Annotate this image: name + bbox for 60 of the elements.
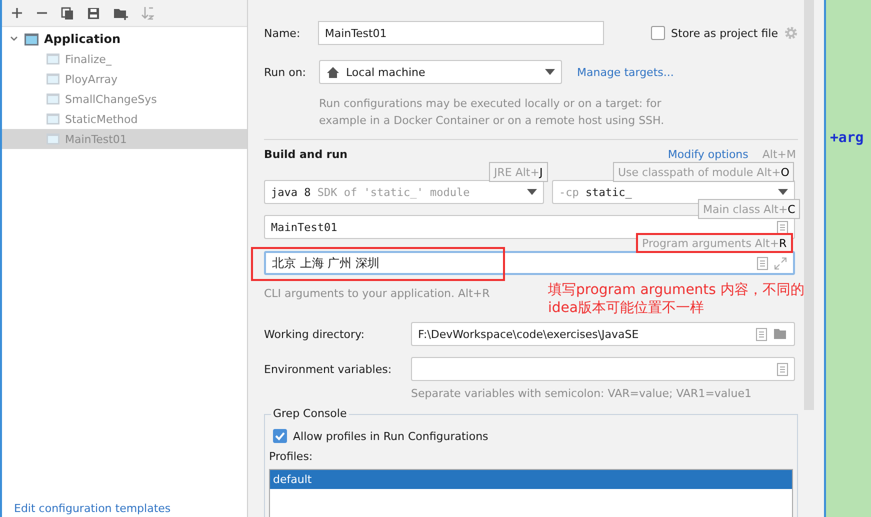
main-class-field[interactable]: MainTest01	[264, 215, 795, 239]
shortcut-tooltip: Program arguments Alt+R	[636, 233, 793, 253]
panel-title: Grep Console	[271, 407, 349, 420]
working-directory-field[interactable]: F:\DevWorkspace\code\exercises\JavaSE	[411, 322, 795, 346]
code-text: +arg	[830, 130, 864, 146]
shortcut-text: Alt+M	[762, 148, 796, 160]
shortcut-tooltip: Main class Alt+C	[698, 199, 800, 219]
profiles-label: Profiles:	[269, 450, 314, 463]
settings-icon[interactable]	[784, 26, 798, 40]
store-label: Store as project file	[671, 26, 778, 40]
document-icon[interactable]	[777, 362, 788, 376]
caret-icon	[545, 69, 555, 75]
checkbox[interactable]	[651, 26, 666, 40]
window-icon	[46, 73, 60, 85]
modify-options-link[interactable]: Modify options	[668, 148, 748, 160]
document-icon[interactable]	[756, 328, 767, 340]
folder-icon[interactable]	[773, 328, 788, 340]
run-on-label: Run on:	[264, 66, 307, 78]
tree-item[interactable]: StaticMethod	[2, 109, 247, 129]
shortcut-tooltip: JRE Alt+J	[489, 162, 548, 182]
tree-item[interactable]: SmallChangeSys	[2, 89, 247, 109]
sort-icon[interactable]	[141, 6, 154, 20]
expand-icon[interactable]	[774, 256, 787, 270]
edit-templates-link[interactable]: Edit configuration templates	[14, 502, 171, 515]
window-icon	[24, 32, 39, 46]
name-field[interactable]: MainTest01	[318, 21, 604, 45]
name-label: Name:	[264, 26, 302, 40]
checkbox[interactable]	[273, 429, 287, 443]
window-icon	[46, 133, 60, 145]
program-arguments-field[interactable]: 北京 上海 广州 深圳	[264, 251, 795, 275]
new-folder-icon[interactable]	[113, 6, 128, 20]
tree-item[interactable]: Application	[2, 29, 247, 49]
shortcut-tooltip: Use classpath of module Alt+O	[613, 162, 794, 182]
document-icon[interactable]	[757, 256, 768, 270]
copy-icon[interactable]	[61, 6, 74, 20]
section-title: Build and run	[264, 148, 349, 160]
environment-variables-field[interactable]	[411, 357, 795, 381]
window-icon	[46, 53, 60, 65]
tree-item[interactable]: Finalize_	[2, 49, 247, 69]
jre-dropdown[interactable]: java 8 SDK of 'static_' module	[264, 180, 544, 204]
caret-icon	[527, 189, 537, 195]
annotation-text: 填写program arguments 内容，不同的 idea版本可能位置不一样	[548, 281, 804, 317]
check-icon	[274, 430, 286, 442]
tree-item[interactable]: PloyArray	[2, 69, 247, 89]
manage-targets-link[interactable]: Manage targets...	[577, 66, 674, 78]
run-on-hint: Run configurations may be executed locally or on a target: for example in a Docker Container or on a remote host using SSH.	[319, 96, 666, 129]
house-icon	[326, 66, 340, 78]
working-directory-label: Working directory:	[264, 328, 366, 340]
window-icon	[46, 93, 60, 105]
save-icon[interactable]	[87, 6, 100, 20]
environment-variables-label: Environment variables:	[264, 362, 393, 376]
checkbox-label: Allow profiles in Run Configurations	[293, 430, 488, 442]
add-icon[interactable]	[11, 7, 23, 19]
environment-variables-hint: Separate variables with semicolon: VAR=value; VAR1=value1	[411, 387, 752, 400]
run-on-dropdown[interactable]: Local machine	[319, 60, 562, 84]
arguments-hint: CLI arguments to your application. Alt+R	[264, 287, 490, 300]
caret-icon	[778, 189, 788, 195]
profile-item[interactable]: default	[270, 470, 792, 489]
document-icon[interactable]	[777, 220, 788, 234]
window-icon	[46, 113, 60, 125]
